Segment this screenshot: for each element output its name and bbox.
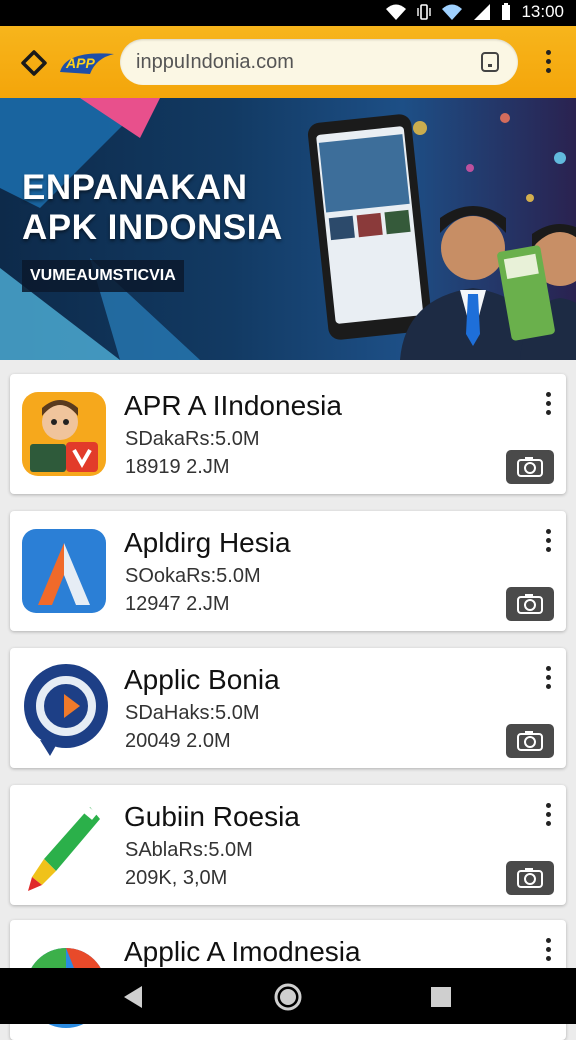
app-icon-character [22, 392, 106, 476]
status-bar: 13:00 [0, 0, 576, 26]
app-card[interactable]: Apldirg Hesia SOokaRs:5.0M 12947 2.JM [10, 511, 566, 631]
system-nav-bar [0, 968, 576, 1024]
url-text: inppuIndonia.com [136, 50, 294, 73]
status-icons: 13:00 [385, 2, 564, 22]
wifi-icon [386, 4, 407, 20]
camera-icon [517, 868, 543, 888]
battery-icon [502, 3, 511, 20]
nav-home-icon[interactable] [273, 982, 303, 1012]
browser-toolbar: APP inppuIndonia.com [0, 26, 576, 98]
app-downloads: 209K, 3,0M [125, 867, 228, 889]
card-menu-icon[interactable] [540, 938, 556, 966]
overflow-menu-icon[interactable] [540, 50, 556, 78]
banner-title: ENPANAKAN APK INDONSIA [22, 168, 322, 248]
wifi-data-icon [442, 4, 463, 20]
card-menu-icon[interactable] [540, 803, 556, 831]
app-name: Applic Bonia [124, 664, 280, 695]
vibrate-icon [417, 4, 432, 20]
app-icon-sync [24, 664, 108, 756]
screenshot-button[interactable] [506, 587, 554, 621]
app-card[interactable]: APR A IIndonesia SDakaRs:5.0M 18919 2.JM [10, 374, 566, 494]
app-downloads: 12947 2.JM [125, 593, 230, 615]
banner-title-line1: ENPANAKAN [22, 168, 248, 207]
nav-back-icon[interactable] [118, 982, 148, 1012]
card-menu-icon[interactable] [540, 392, 556, 420]
card-menu-icon[interactable] [540, 666, 556, 694]
brand-logo: APP [60, 53, 114, 74]
app-size: SOokaRs:5.0M [125, 565, 261, 587]
screenshot-button[interactable] [506, 861, 554, 895]
app-name: Gubiin Roesia [124, 801, 300, 832]
app-card[interactable]: Gubiin Roesia SAblaRs:5.0M 209K, 3,0M [10, 785, 566, 905]
app-downloads: 18919 2.JM [125, 456, 230, 478]
screenshot-button[interactable] [506, 450, 554, 484]
app-icon-letter-a [22, 529, 106, 613]
status-time: 13:00 [521, 2, 564, 21]
banner-title-line2: APK INDONSIA [22, 208, 283, 247]
tabs-icon[interactable] [480, 51, 500, 73]
app-size: SDakaRs:5.0M [125, 428, 260, 450]
app-downloads: 20049 2.0M [125, 730, 231, 752]
camera-icon [517, 594, 543, 614]
promo-banner[interactable]: ENPANAKAN APK INDONSIA VUMEAUMSTICVIA [0, 98, 576, 360]
app-size: SAblaRs:5.0M [125, 839, 253, 861]
back-chevron-icon[interactable] [18, 48, 48, 78]
card-menu-icon[interactable] [540, 529, 556, 557]
app-icon-marker [28, 806, 100, 891]
nav-recents-icon[interactable] [426, 982, 456, 1012]
url-field[interactable]: inppuIndonia.com [120, 39, 518, 85]
banner-tagline: VUMEAUMSTICVIA [22, 260, 184, 292]
camera-icon [517, 731, 543, 751]
app-name: APR A IIndonesia [124, 390, 342, 421]
signal-icon [474, 4, 491, 20]
app-size: SDaHaks:5.0M [125, 702, 260, 724]
svg-text:APP: APP [65, 55, 95, 71]
app-name: Applic A Imodnesia [124, 936, 361, 967]
app-name: Apldirg Hesia [124, 527, 291, 558]
screenshot-button[interactable] [506, 724, 554, 758]
app-card[interactable]: Applic Bonia SDaHaks:5.0M 20049 2.0M [10, 648, 566, 768]
camera-icon [517, 457, 543, 477]
